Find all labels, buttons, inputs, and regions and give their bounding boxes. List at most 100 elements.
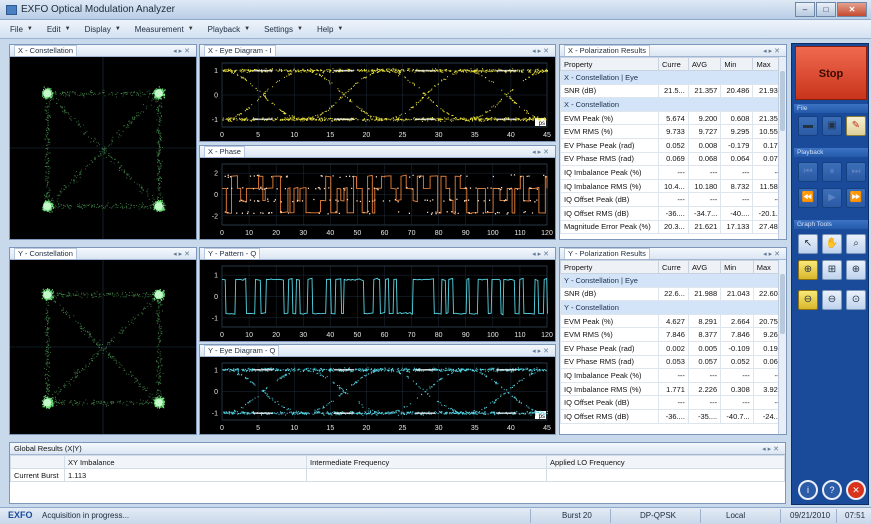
- intermediate-frequency-value: [306, 468, 547, 482]
- table-row[interactable]: SNR (dB) 21.5... 21.357 20.486 21.935: [560, 83, 786, 99]
- x-tick-label: 60: [381, 332, 389, 339]
- value-cell: -36....: [658, 205, 689, 221]
- zoom-in-button[interactable]: ⊕: [798, 260, 818, 280]
- panel-controls[interactable]: ◂▸✕: [532, 148, 551, 156]
- playback-play-button[interactable]: ▶: [822, 188, 842, 208]
- pointer-tool-button[interactable]: ↖: [798, 234, 818, 254]
- table-row[interactable]: IQ Imbalance RMS (%) 1.771 2.226 0.308 3.920: [560, 381, 786, 397]
- table-row[interactable]: IQ Offset RMS (dB) -36.... -35.... -40.7...…: [560, 408, 786, 424]
- zoom-x-button[interactable]: ⊕: [846, 260, 866, 280]
- column-header[interactable]: Curre: [658, 260, 689, 274]
- column-header[interactable]: AVG: [687, 57, 722, 71]
- panel-controls[interactable]: ◂▸✕: [763, 250, 782, 258]
- scrollbar-thumb[interactable]: [780, 274, 785, 334]
- property-label: IQ Offset Peak (dB): [560, 192, 659, 207]
- info-button[interactable]: i: [798, 480, 818, 500]
- playback-rewind-button[interactable]: ⏪: [798, 188, 818, 208]
- panel-title: Y - Pattern - Q: [204, 248, 261, 259]
- scrollbar[interactable]: [778, 57, 786, 239]
- menu-playback[interactable]: Playback ▼: [208, 25, 250, 34]
- table-row[interactable]: EVM Peak (%) 4.627 8.291 2.664 20.754: [560, 313, 786, 329]
- x-tick-label: 20: [272, 230, 280, 237]
- x-tick-label: 20: [363, 132, 371, 139]
- value-cell: 2.664: [720, 313, 754, 329]
- x-phase-panel: X - Phase ◂▸✕ 0 10 20 30 40 50 60 70 80 90 100 110 12…: [199, 145, 556, 240]
- table-row[interactable]: SNR (dB) 22.6... 21.988 21.043 22.608: [560, 286, 786, 302]
- pan-tool-button[interactable]: ✋: [822, 234, 842, 254]
- menu-display[interactable]: Display ▼: [85, 25, 121, 34]
- table-row[interactable]: IQ Offset RMS (dB) -36.... -34.7... -40....…: [560, 205, 786, 221]
- value-cell: 9.295: [720, 124, 754, 139]
- value-cell: 8.377: [687, 327, 722, 342]
- exit-button[interactable]: ✕: [846, 480, 866, 500]
- table-row[interactable]: EVM RMS (%) 9.733 9.727 9.295 10.550: [560, 124, 786, 139]
- table-row[interactable]: EVM RMS (%) 7.846 8.377 7.846 9.267: [560, 327, 786, 342]
- table-row[interactable]: EV Phase Peak (rad) 0.002 0.005 -0.109 0.197: [560, 340, 786, 356]
- scrollbar-thumb[interactable]: [780, 71, 785, 131]
- panel-controls[interactable]: ◂▸✕: [532, 47, 551, 55]
- column-header[interactable]: Property: [560, 57, 659, 71]
- panel-controls[interactable]: ◂▸✕: [532, 347, 551, 355]
- close-button[interactable]: ✕: [837, 2, 867, 17]
- table-row[interactable]: Magnitude Error Peak (%) 20.3... 21.621 17.…: [560, 219, 786, 235]
- stop-button[interactable]: Stop: [795, 46, 867, 100]
- open-file-button[interactable]: ▬: [798, 116, 818, 136]
- column-header[interactable]: Property: [560, 260, 659, 274]
- menu-file[interactable]: File ▼: [10, 25, 33, 34]
- value-cell: 22.6...: [658, 286, 689, 302]
- property-label: Magnitude Error Peak (%): [560, 219, 659, 235]
- value-cell: 0.068: [687, 151, 722, 167]
- panel-controls[interactable]: ◂▸✕: [532, 250, 551, 258]
- help-button[interactable]: ?: [822, 480, 842, 500]
- zoom-fit-button[interactable]: ⊞: [822, 260, 842, 280]
- minimize-button[interactable]: –: [795, 2, 815, 17]
- menu-edit[interactable]: Edit ▼: [47, 25, 71, 34]
- x-tick-label: 50: [354, 332, 362, 339]
- property-label: EVM RMS (%): [560, 327, 659, 342]
- table-row[interactable]: EVM Peak (%) 5.674 9.200 0.608 21.351: [560, 110, 786, 126]
- playback-next-button[interactable]: ⏭: [846, 162, 866, 182]
- column-header[interactable]: AVG: [687, 260, 722, 274]
- maximize-button[interactable]: □: [816, 2, 836, 17]
- panel-title: Y - Eye Diagram - Q: [204, 345, 280, 356]
- playback-end-button[interactable]: ⏩: [846, 188, 866, 208]
- title-bar: EXFO Optical Modulation Analyzer – □ ✕: [0, 0, 871, 20]
- zoom-y-button[interactable]: ⊖: [822, 290, 842, 310]
- play-icon: ▶: [828, 192, 836, 203]
- panel-controls[interactable]: ◂▸✕: [173, 47, 192, 55]
- playback-pause-button[interactable]: ⏸: [822, 162, 842, 182]
- pause-icon: ⏸: [829, 166, 835, 177]
- value-cell: 0.069: [658, 151, 689, 167]
- panel-controls[interactable]: ◂▸✕: [173, 250, 192, 258]
- zoom-reset-button[interactable]: ⊙: [846, 290, 866, 310]
- zoom-out-button[interactable]: ⊖: [798, 290, 818, 310]
- table-row[interactable]: IQ Offset Peak (dB)------------: [560, 192, 786, 207]
- zoom-out-icon: ⊖: [803, 294, 813, 305]
- menu-settings[interactable]: Settings ▼: [264, 25, 303, 34]
- table-row[interactable]: EV Phase RMS (rad) 0.053 0.057 0.052 0.063: [560, 354, 786, 370]
- save-file-button[interactable]: ▣: [822, 116, 842, 136]
- table-row[interactable]: IQ Imbalance Peak (%)------------: [560, 165, 786, 180]
- column-header[interactable]: Curre: [658, 57, 689, 71]
- x-tick-label: 110: [514, 230, 525, 237]
- scrollbar[interactable]: [778, 260, 786, 434]
- value-cell: 21.043: [720, 286, 754, 302]
- table-row[interactable]: IQ Imbalance Peak (%)------------: [560, 368, 786, 383]
- table-row[interactable]: IQ Offset Peak (dB)------------: [560, 395, 786, 410]
- symbol-center: [154, 290, 163, 299]
- menu-measurement[interactable]: Measurement ▼: [135, 25, 194, 34]
- column-header[interactable]: Min: [720, 260, 754, 274]
- table-row[interactable]: EV Phase Peak (rad) 0.052 0.008 -0.179 0.173: [560, 137, 786, 153]
- table-row[interactable]: IQ Imbalance RMS (%) 10.4... 10.180 8.732 11…: [560, 178, 786, 194]
- panel-controls[interactable]: ◂▸✕: [762, 445, 781, 453]
- value-cell: 0.308: [720, 381, 754, 397]
- column-header[interactable]: Min: [720, 57, 754, 71]
- record-button[interactable]: ✎: [846, 116, 866, 136]
- playback-first-button[interactable]: ⏮: [798, 162, 818, 182]
- menu-help[interactable]: Help ▼: [317, 25, 343, 34]
- panel-controls[interactable]: ◂▸✕: [763, 47, 782, 55]
- panel-title: Global Results (X|Y): [14, 444, 82, 453]
- table-row[interactable]: EV Phase RMS (rad) 0.069 0.068 0.064 0.072: [560, 151, 786, 167]
- zoom-tool-button[interactable]: ⌕: [846, 234, 866, 254]
- y-results-table: Property Curre AVG Min Max Y - Constellation …: [560, 260, 786, 424]
